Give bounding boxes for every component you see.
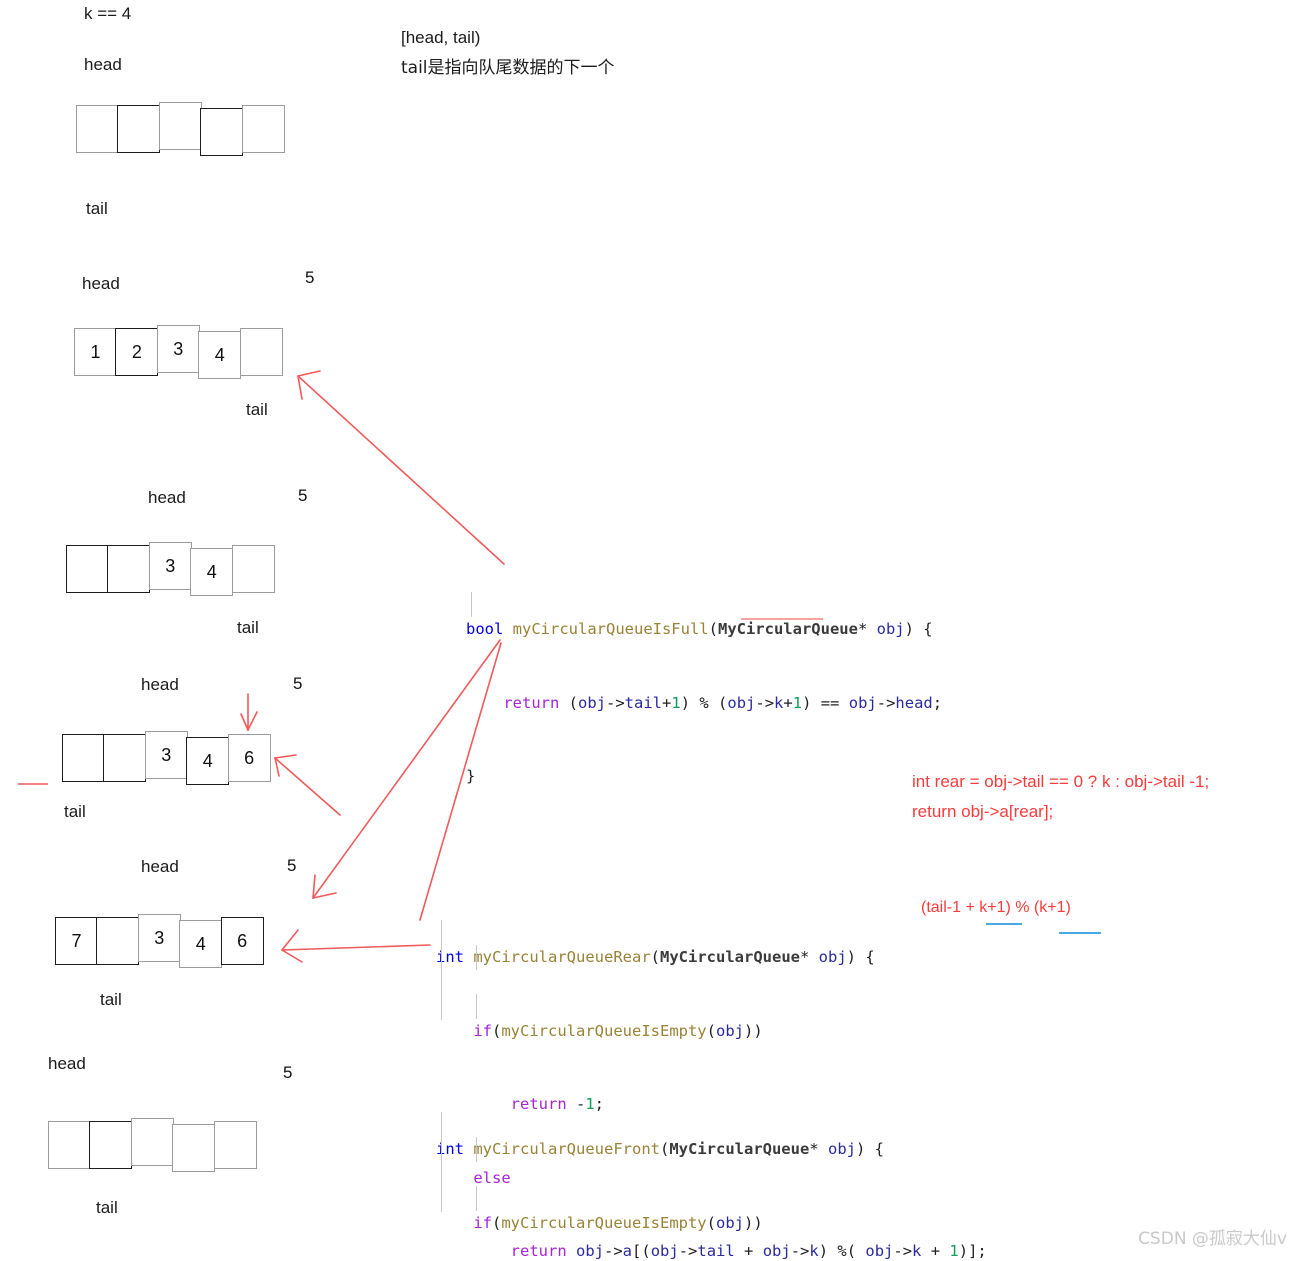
code-line: return (obj->tail+1) % (obj->k+1) == obj… bbox=[503, 693, 943, 712]
diagram-2-cell-1: 2 bbox=[115, 328, 159, 376]
code-indent-guide bbox=[476, 994, 477, 1019]
diagram-2-cell-4 bbox=[239, 328, 283, 376]
annotation-modulo-formula: (tail-1 + k+1) % (k+1) bbox=[921, 899, 1071, 916]
diagram-2-array: 1 2 3 4 bbox=[74, 325, 283, 379]
diagram-5-head-label: head bbox=[141, 857, 179, 876]
red-dash-mark bbox=[18, 783, 48, 785]
diagram-4-tail-label: tail bbox=[64, 802, 86, 821]
diagram-2-cell-2: 3 bbox=[156, 325, 200, 373]
note-tail-meaning: tail是指向队尾数据的下一个 bbox=[401, 58, 615, 78]
diagram-5-array: 7 3 4 6 bbox=[55, 914, 264, 968]
diagram-4-cell-1 bbox=[103, 734, 147, 782]
diagram-3-head-label: head bbox=[148, 488, 186, 507]
diagram-1-cell-1 bbox=[117, 105, 161, 153]
diagram-3-size-label: 5 bbox=[298, 486, 308, 505]
diagram-2-head-label: head bbox=[82, 274, 120, 293]
arrow-into-diagram4-cell bbox=[274, 757, 341, 816]
diagram-2-cell-3: 4 bbox=[198, 331, 242, 379]
arrow-into-diagram5 bbox=[281, 944, 431, 951]
diagram-3-cell-3: 4 bbox=[190, 548, 234, 596]
diagram-6-cell-4 bbox=[213, 1121, 257, 1169]
note-range: [head, tail) bbox=[401, 28, 481, 47]
csdn-watermark: CSDN @孤寂大仙v bbox=[1138, 1229, 1287, 1249]
code-line: if(myCircularQueueIsEmpty(obj)) bbox=[473, 1213, 763, 1232]
diagram-3-tail-label: tail bbox=[237, 618, 259, 637]
diagram-6-tail-label: tail bbox=[96, 1198, 118, 1217]
code-line: int myCircularQueueRear(MyCircularQueue*… bbox=[436, 948, 875, 966]
diagram-6-cell-0 bbox=[48, 1121, 91, 1169]
code-indent-guide bbox=[441, 920, 442, 1020]
diagram-6-size-label: 5 bbox=[283, 1063, 293, 1082]
diagram-3-cell-0 bbox=[66, 545, 109, 593]
diagram-1-cell-4 bbox=[241, 105, 285, 153]
diagram-6-array bbox=[48, 1118, 257, 1172]
diagram-1-cell-2 bbox=[158, 102, 202, 150]
code-line: } bbox=[466, 767, 476, 785]
code-indent-guide bbox=[441, 1112, 442, 1212]
diagram-2-size-label: 5 bbox=[305, 268, 315, 287]
diagram-3-cell-4 bbox=[231, 545, 275, 593]
diagram-5-cell-2: 3 bbox=[137, 914, 181, 962]
arrow-isfull-to-diagram2 bbox=[297, 375, 505, 565]
code-line: int myCircularQueueFront(MyCircularQueue… bbox=[436, 1140, 884, 1158]
diagram-1-head-label: head bbox=[84, 55, 122, 74]
code-indent-guide bbox=[476, 1137, 477, 1162]
diagram-3-cell-2: 3 bbox=[148, 542, 192, 590]
diagram-6-head-label: head bbox=[48, 1054, 86, 1073]
diagram-3-cell-1 bbox=[107, 545, 151, 593]
diagram-1-cell-3 bbox=[200, 108, 244, 156]
diagram-3-array: 3 4 bbox=[66, 542, 275, 596]
diagram-1-cell-0 bbox=[76, 105, 119, 153]
note-k-value: k == 4 bbox=[84, 4, 132, 23]
diagram-4-cell-2: 3 bbox=[144, 731, 188, 779]
diagram-4-cell-0 bbox=[62, 734, 105, 782]
diagram-4-array: 3 4 6 bbox=[62, 731, 271, 785]
diagram-5-cell-4: 6 bbox=[220, 917, 264, 965]
diagram-6-cell-2 bbox=[130, 1118, 174, 1166]
code-block-front: int myCircularQueueFront(MyCircularQueue… bbox=[436, 1088, 884, 1261]
red-underline-modk bbox=[741, 618, 823, 620]
diagram-6-cell-3 bbox=[172, 1124, 216, 1172]
diagram-5-size-label: 5 bbox=[287, 856, 297, 875]
code-indent-guide bbox=[476, 1186, 477, 1211]
diagram-4-cell-4: 6 bbox=[227, 734, 271, 782]
blue-underline-1 bbox=[986, 923, 1022, 925]
annotation-rear-line2: return obj->a[rear]; bbox=[912, 802, 1054, 821]
diagram-5-cell-1 bbox=[96, 917, 140, 965]
diagram-4-head-label: head bbox=[141, 675, 179, 694]
diagram-1-tail-label: tail bbox=[86, 199, 108, 218]
diagram-5-cell-3: 4 bbox=[179, 920, 223, 968]
code-indent-guide bbox=[471, 592, 472, 617]
diagram-2-cell-0: 1 bbox=[74, 328, 117, 376]
code-block-is-full: bool myCircularQueueIsFull(MyCircularQue… bbox=[466, 568, 942, 838]
diagram-2-tail-label: tail bbox=[246, 400, 268, 419]
blue-underline-2 bbox=[1059, 932, 1101, 934]
diagram-5-tail-label: tail bbox=[100, 990, 122, 1009]
diagram-4-size-label: 5 bbox=[293, 674, 303, 693]
notes-canvas: k == 4 [head, tail) tail是指向队尾数据的下一个 head… bbox=[0, 0, 1301, 1261]
code-indent-guide bbox=[476, 945, 477, 970]
annotation-rear-line1: int rear = obj->tail == 0 ? k : obj->tai… bbox=[912, 772, 1210, 791]
code-line: if(myCircularQueueIsEmpty(obj)) bbox=[473, 1021, 763, 1040]
diagram-4-cell-3: 4 bbox=[186, 737, 230, 785]
code-line: bool myCircularQueueIsFull(MyCircularQue… bbox=[466, 620, 933, 638]
diagram-6-cell-1 bbox=[89, 1121, 133, 1169]
diagram-5-cell-0: 7 bbox=[55, 917, 98, 965]
diagram-1-array bbox=[76, 102, 285, 156]
